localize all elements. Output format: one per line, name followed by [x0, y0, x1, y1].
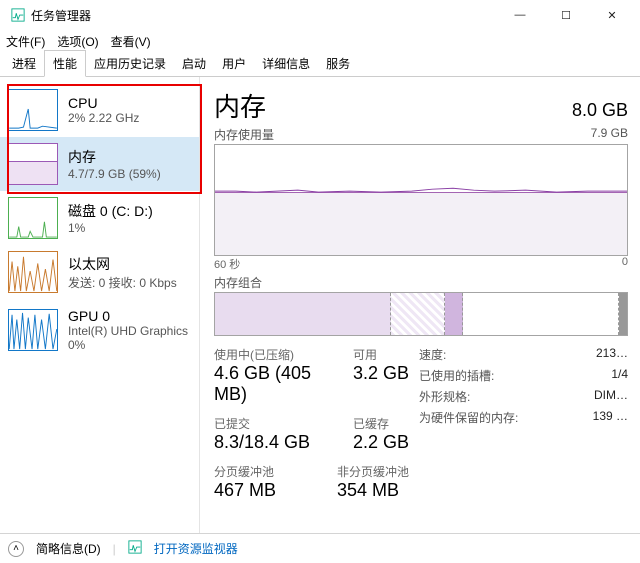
- hwres-key: 为硬件保留的内存:: [419, 409, 518, 426]
- slots-val: 1/4: [611, 367, 628, 384]
- available-label: 可用: [353, 346, 409, 363]
- monitor-icon: [128, 540, 142, 557]
- disk-label: 磁盘 0 (C: D:): [68, 201, 153, 221]
- page-title: 内存: [214, 87, 266, 124]
- committed-value: 8.3/18.4 GB: [214, 432, 337, 453]
- main-panel: 内存 8.0 GB 内存使用量 7.9 GB 60 秒 0 内存组合 使用中(: [200, 77, 640, 533]
- title-bar: 任务管理器 — ☐ ✕: [0, 0, 640, 30]
- tab-startup[interactable]: 启动: [174, 51, 214, 76]
- in-use-label: 使用中(已压缩): [214, 346, 337, 363]
- close-button[interactable]: ✕: [589, 0, 635, 30]
- spec-column: 速度: 213… 已使用的插槽: 1/4 外形规格: DIM… 为硬件保留的内存: 13…: [419, 346, 628, 511]
- paged-value: 467 MB: [214, 480, 321, 501]
- tab-performance[interactable]: 性能: [44, 50, 86, 77]
- menu-options[interactable]: 选项(O): [57, 33, 98, 50]
- usage-chart-max: 7.9 GB: [591, 126, 628, 143]
- hwres-val: 139 …: [593, 409, 628, 426]
- axis-left: 60 秒: [214, 256, 240, 272]
- maximize-button[interactable]: ☐: [543, 0, 589, 30]
- menu-view[interactable]: 查看(V): [111, 33, 151, 50]
- ethernet-label: 以太网: [68, 254, 177, 274]
- in-use-value: 4.6 GB (405 MB): [214, 363, 337, 405]
- cached-label: 已缓存: [353, 415, 409, 432]
- chevron-up-icon[interactable]: ˄: [8, 541, 24, 557]
- form-key: 外形规格:: [419, 388, 470, 405]
- tab-processes[interactable]: 进程: [4, 51, 44, 76]
- memory-sub: 4.7/7.9 GB (59%): [68, 167, 161, 181]
- nonpaged-value: 354 MB: [337, 480, 409, 501]
- ethernet-sub: 发送: 0 接收: 0 Kbps: [68, 274, 177, 291]
- slots-key: 已使用的插槽:: [419, 367, 494, 384]
- footer: ˄ 简略信息(D) | 打开资源监视器: [0, 533, 640, 563]
- cpu-label: CPU: [68, 95, 139, 111]
- total-memory: 8.0 GB: [572, 100, 628, 121]
- speed-key: 速度:: [419, 346, 446, 363]
- tab-apphistory[interactable]: 应用历史记录: [86, 51, 174, 76]
- sidebar-item-gpu[interactable]: GPU 0 Intel(R) UHD Graphics 0%: [0, 299, 199, 361]
- committed-label: 已提交: [214, 415, 337, 432]
- fewer-details-link[interactable]: 简略信息(D): [36, 540, 101, 557]
- memory-composition-chart: [214, 292, 628, 336]
- form-val: DIM…: [594, 388, 628, 405]
- memory-mini-chart: [8, 143, 58, 185]
- speed-val: 213…: [596, 346, 628, 363]
- memory-label: 内存: [68, 147, 161, 167]
- minimize-button[interactable]: —: [497, 0, 543, 30]
- paged-label: 分页缓冲池: [214, 463, 321, 480]
- gpu-label: GPU 0: [68, 308, 188, 324]
- cpu-mini-chart: [8, 89, 58, 131]
- gpu-sub: Intel(R) UHD Graphics: [68, 324, 188, 338]
- ethernet-mini-chart: [8, 251, 58, 293]
- open-resource-monitor-link[interactable]: 打开资源监视器: [154, 540, 238, 557]
- gpu-sub2: 0%: [68, 338, 188, 352]
- nonpaged-label: 非分页缓冲池: [337, 463, 409, 480]
- menu-file[interactable]: 文件(F): [6, 33, 45, 50]
- sidebar-item-cpu[interactable]: CPU 2% 2.22 GHz: [0, 83, 199, 137]
- memory-usage-chart: [214, 144, 628, 256]
- app-icon: [10, 7, 26, 23]
- menu-bar: 文件(F) 选项(O) 查看(V): [0, 30, 640, 52]
- cached-value: 2.2 GB: [353, 432, 409, 453]
- cpu-sub: 2% 2.22 GHz: [68, 111, 139, 125]
- gpu-mini-chart: [8, 309, 58, 351]
- axis-right: 0: [622, 256, 628, 272]
- disk-sub: 1%: [68, 221, 153, 235]
- composition-label: 内存组合: [214, 274, 262, 291]
- sidebar-item-ethernet[interactable]: 以太网 发送: 0 接收: 0 Kbps: [0, 245, 199, 299]
- tab-services[interactable]: 服务: [318, 51, 358, 76]
- tab-bar: 进程 性能 应用历史记录 启动 用户 详细信息 服务: [0, 52, 640, 77]
- sidebar-item-disk[interactable]: 磁盘 0 (C: D:) 1%: [0, 191, 199, 245]
- sidebar: CPU 2% 2.22 GHz 内存 4.7/7.9 GB (59%) 磁盘 0…: [0, 77, 200, 533]
- window-title: 任务管理器: [31, 7, 91, 24]
- usage-chart-label: 内存使用量: [214, 126, 274, 143]
- tab-users[interactable]: 用户: [214, 51, 254, 76]
- disk-mini-chart: [8, 197, 58, 239]
- available-value: 3.2 GB: [353, 363, 409, 384]
- sidebar-item-memory[interactable]: 内存 4.7/7.9 GB (59%): [0, 137, 199, 191]
- tab-details[interactable]: 详细信息: [254, 51, 318, 76]
